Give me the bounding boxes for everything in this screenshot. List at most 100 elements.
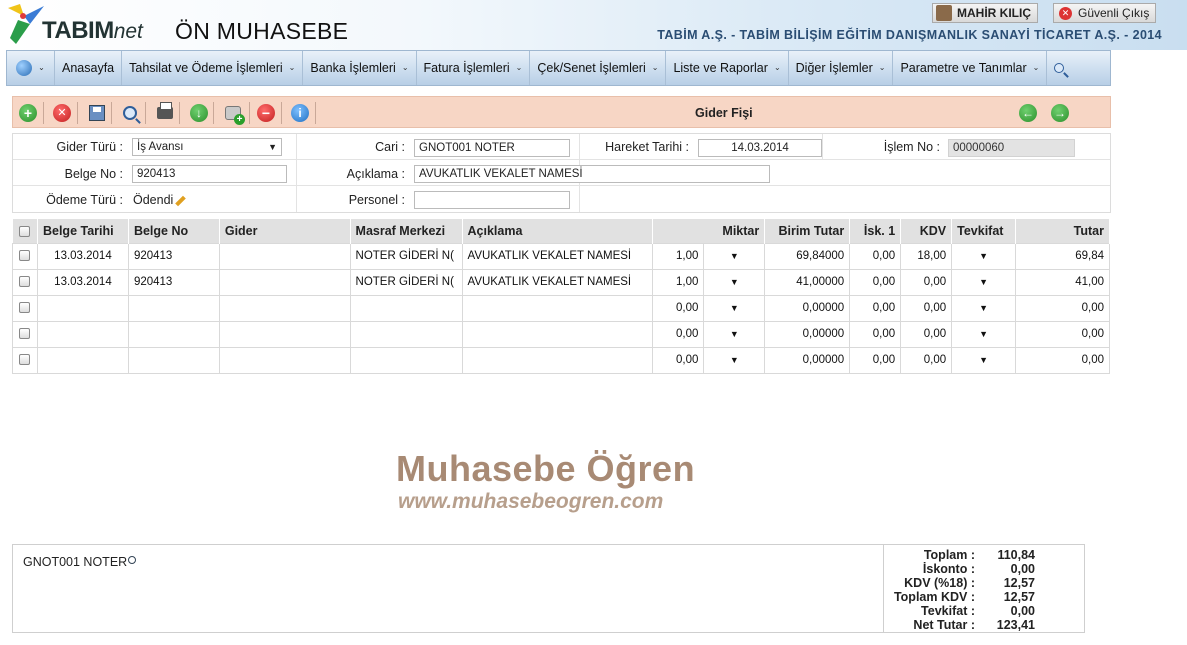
tevkifat-dropdown-caret-icon[interactable]: ▼: [951, 268, 1017, 296]
cell-miktar[interactable]: 1,00: [652, 268, 705, 296]
tevkifat-dropdown-caret-icon[interactable]: ▼: [951, 294, 1017, 322]
tevkifat-dropdown-caret-icon[interactable]: ▼: [951, 320, 1017, 348]
cell-gider[interactable]: [218, 294, 351, 322]
cell-kdv[interactable]: 0,00: [900, 320, 953, 348]
cell-miktar[interactable]: 1,00: [652, 242, 705, 270]
cell-belge-no[interactable]: 920413: [127, 242, 220, 270]
search-button[interactable]: [120, 103, 140, 123]
previous-button[interactable]: ←: [1018, 103, 1038, 123]
cell-aciklama[interactable]: AVUKATLIK VEKALET NAMESİ: [461, 268, 654, 296]
cell-aciklama[interactable]: AVUKATLIK VEKALET NAMESİ: [461, 242, 654, 270]
cell-birim-tutar[interactable]: 0,00000: [764, 346, 851, 374]
menu-tahsilat[interactable]: Tahsilat ve Ödeme İşlemleri ⌄: [122, 51, 304, 85]
cell-belge-tarihi[interactable]: 13.03.2014: [36, 242, 129, 270]
col-kdv[interactable]: KDV: [900, 219, 953, 243]
personel-field[interactable]: [414, 191, 570, 209]
search-icon[interactable]: [128, 556, 137, 564]
cell-belge-tarihi[interactable]: [36, 346, 129, 374]
cell-masraf-merkezi[interactable]: NOTER GİDERİ N(: [349, 268, 463, 296]
save-button[interactable]: [87, 103, 107, 123]
logout-button[interactable]: ✕ Güvenli Çıkış: [1053, 3, 1157, 23]
menu-parametre[interactable]: Parametre ve Tanımlar ⌄: [893, 51, 1048, 85]
cell-birim-tutar[interactable]: 0,00000: [764, 320, 851, 348]
cell-aciklama[interactable]: [461, 346, 654, 374]
cell-masraf-merkezi[interactable]: [349, 294, 463, 322]
cell-belge-no[interactable]: [127, 294, 220, 322]
cell-masraf-merkezi[interactable]: [349, 346, 463, 374]
select-all-checkbox[interactable]: [12, 219, 38, 243]
cell-belge-tarihi[interactable]: [36, 294, 129, 322]
cell-birim-tutar[interactable]: 69,84000: [764, 242, 851, 270]
unit-dropdown-caret-icon[interactable]: ▼: [703, 268, 766, 296]
cell-isk[interactable]: 0,00: [849, 268, 902, 296]
cell-isk[interactable]: 0,00: [849, 346, 902, 374]
col-tevkifat[interactable]: Tevkifat: [951, 219, 1017, 243]
cell-isk[interactable]: 0,00: [849, 294, 902, 322]
cell-aciklama[interactable]: [461, 320, 654, 348]
cell-aciklama[interactable]: [461, 294, 654, 322]
col-belge-tarihi[interactable]: Belge Tarihi: [37, 219, 129, 243]
gider-turu-select[interactable]: İş Avansı ▼: [132, 138, 282, 156]
cell-masraf-merkezi[interactable]: NOTER GİDERİ N(: [349, 242, 463, 270]
user-badge[interactable]: MAHİR KILIÇ: [932, 3, 1038, 23]
menu-liste-raporlar[interactable]: Liste ve Raporlar ⌄: [666, 51, 789, 85]
cell-belge-no[interactable]: 920413: [127, 268, 220, 296]
cell-kdv[interactable]: 0,00: [900, 294, 953, 322]
row-checkbox[interactable]: [12, 268, 38, 296]
cell-gider[interactable]: [218, 320, 351, 348]
cell-birim-tutar[interactable]: 0,00000: [764, 294, 851, 322]
cell-kdv[interactable]: 18,00: [900, 242, 953, 270]
cell-kdv[interactable]: 0,00: [900, 268, 953, 296]
cell-kdv[interactable]: 0,00: [900, 346, 953, 374]
menu-home-icon-button[interactable]: ⌄: [7, 51, 55, 85]
tevkifat-dropdown-caret-icon[interactable]: ▼: [951, 242, 1017, 270]
cell-miktar[interactable]: 0,00: [652, 294, 705, 322]
menu-banka[interactable]: Banka İşlemleri ⌄: [303, 51, 417, 85]
aciklama-field[interactable]: AVUKATLIK VEKALET NAMESİ: [414, 165, 770, 183]
cell-gider[interactable]: [218, 242, 351, 270]
row-checkbox[interactable]: [12, 242, 38, 270]
info-button[interactable]: i: [290, 103, 310, 123]
menu-cek-senet[interactable]: Çek/Senet İşlemleri ⌄: [530, 51, 667, 85]
cell-masraf-merkezi[interactable]: [349, 320, 463, 348]
cell-gider[interactable]: [218, 346, 351, 374]
cell-belge-tarihi[interactable]: [36, 320, 129, 348]
cell-belge-no[interactable]: [127, 346, 220, 374]
col-isk-1[interactable]: İsk. 1: [849, 219, 902, 243]
col-masraf-merkezi[interactable]: Masraf Merkezi: [350, 219, 463, 243]
unit-dropdown-caret-icon[interactable]: ▼: [703, 320, 766, 348]
next-button[interactable]: →: [1050, 103, 1070, 123]
download-button[interactable]: ↓: [189, 103, 209, 123]
cell-isk[interactable]: 0,00: [849, 242, 902, 270]
menu-fatura[interactable]: Fatura İşlemleri ⌄: [417, 51, 531, 85]
cell-belge-tarihi[interactable]: 13.03.2014: [36, 268, 129, 296]
cancel-button[interactable]: −: [256, 103, 276, 123]
unit-dropdown-caret-icon[interactable]: ▼: [703, 346, 766, 374]
cell-birim-tutar[interactable]: 41,00000: [764, 268, 851, 296]
row-checkbox[interactable]: [12, 320, 38, 348]
row-checkbox[interactable]: [12, 346, 38, 374]
menu-search-button[interactable]: [1047, 51, 1071, 85]
belge-no-field[interactable]: 920413: [132, 165, 287, 183]
cell-belge-no[interactable]: [127, 320, 220, 348]
add-record-button[interactable]: [223, 103, 245, 125]
cell-gider[interactable]: [218, 268, 351, 296]
col-miktar[interactable]: Miktar: [652, 219, 766, 243]
delete-button[interactable]: ✕: [52, 103, 72, 123]
menu-diger[interactable]: Diğer İşlemler ⌄: [789, 51, 894, 85]
col-tutar[interactable]: Tutar: [1015, 219, 1110, 243]
cell-isk[interactable]: 0,00: [849, 320, 902, 348]
unit-dropdown-caret-icon[interactable]: ▼: [703, 294, 766, 322]
add-button[interactable]: +: [18, 103, 38, 123]
menu-anasayfa[interactable]: Anasayfa: [55, 51, 123, 85]
row-checkbox[interactable]: [12, 294, 38, 322]
edit-pencil-icon[interactable]: [175, 195, 187, 207]
print-button[interactable]: [155, 102, 175, 123]
unit-dropdown-caret-icon[interactable]: ▼: [703, 242, 766, 270]
cell-miktar[interactable]: 0,00: [652, 346, 705, 374]
col-aciklama[interactable]: Açıklama: [462, 219, 654, 243]
col-gider[interactable]: Gider: [219, 219, 351, 243]
hareket-tarihi-field[interactable]: 14.03.2014: [698, 139, 822, 157]
col-belge-no[interactable]: Belge No: [128, 219, 220, 243]
cell-miktar[interactable]: 0,00: [652, 320, 705, 348]
